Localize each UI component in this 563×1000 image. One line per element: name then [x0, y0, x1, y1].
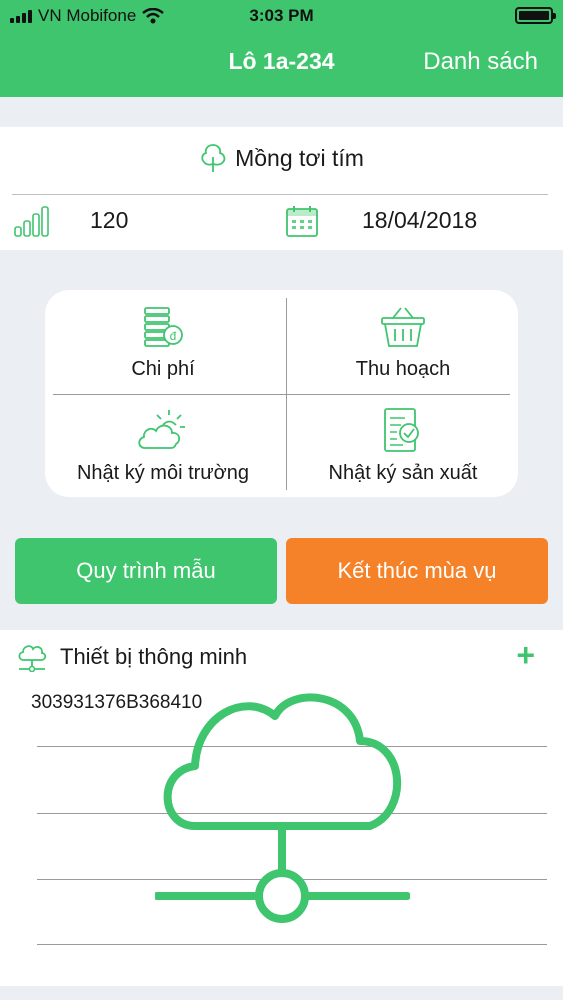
devices-header: Thiết bị thông minh: [16, 642, 247, 672]
add-device-button[interactable]: +: [516, 639, 535, 671]
list-button[interactable]: Danh sách: [423, 48, 538, 76]
list-divider: [37, 944, 547, 945]
battery-icon: [515, 7, 556, 24]
date-value: 18/04/2018: [362, 207, 478, 233]
calendar-icon: [286, 206, 318, 237]
quantity-value: 120: [90, 207, 129, 233]
menu-item-harvest[interactable]: Thu hoạch: [285, 292, 521, 392]
end-season-button[interactable]: Kết thúc mùa vụ: [286, 538, 548, 604]
crop-name: Mồng tơi tím: [235, 144, 364, 171]
menu-grid: đ Chi phí Thu hoạch Nhật ký môi trường N…: [45, 290, 518, 497]
checklist-icon: [384, 408, 419, 452]
divider: [12, 194, 548, 195]
status-time: 3:03 PM: [249, 6, 314, 25]
weather-icon: [138, 410, 185, 449]
app-header: VN Mobifone 3:03 PM Lô 1a-234 Danh sách: [0, 0, 563, 97]
menu-item-label: Chi phí: [131, 358, 195, 380]
smart-devices-panel: Thiết bị thông minh + 303931376B368410: [0, 630, 563, 986]
cloud-network-placeholder-icon: [155, 693, 410, 923]
menu-item-cost[interactable]: đ Chi phí: [45, 292, 281, 392]
basket-icon: [381, 307, 425, 347]
menu-item-label: Nhật ký môi trường: [76, 462, 250, 484]
coins-icon: đ: [144, 307, 183, 347]
tree-icon: [201, 144, 226, 172]
svg-text:đ: đ: [170, 329, 177, 343]
status-bar: VN Mobifone 3:03 PM: [0, 0, 563, 32]
crop-info-card: Mồng tơi tím 120 18/04/2018: [0, 127, 563, 250]
devices-title: Thiết bị thông minh: [60, 644, 248, 669]
menu-item-label: Thu hoạch: [355, 358, 451, 380]
menu-item-production-log[interactable]: Nhật ký sản xuất: [285, 396, 521, 496]
menu-divider-horizontal: [53, 394, 510, 395]
cloud-network-icon: [18, 645, 47, 672]
menu-item-environment-log[interactable]: Nhật ký môi trường: [45, 396, 281, 496]
template-process-button[interactable]: Quy trình mẫu: [15, 538, 277, 604]
crop-title-row: Mồng tơi tím: [0, 143, 563, 173]
menu-item-label: Nhật ký sản xuất: [328, 462, 478, 484]
bar-chart-icon: [14, 206, 49, 237]
